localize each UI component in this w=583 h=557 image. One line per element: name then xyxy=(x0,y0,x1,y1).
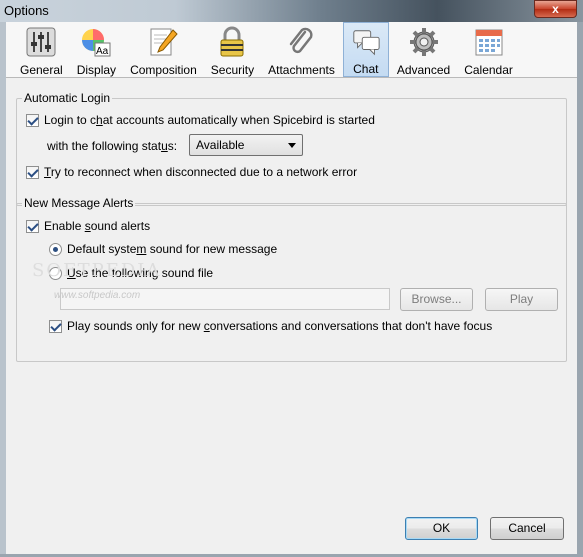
paperclip-icon xyxy=(290,27,314,54)
play-button[interactable]: Play xyxy=(485,288,558,311)
calendar-icon xyxy=(475,29,503,56)
tab-security[interactable]: Security xyxy=(205,22,260,77)
chevron-down-icon xyxy=(288,143,296,148)
tab-label: General xyxy=(20,63,63,77)
reconnect-checkbox[interactable] xyxy=(26,165,39,179)
tab-label: Attachments xyxy=(268,63,335,77)
watermark-small: www.softpedia.com xyxy=(54,290,141,301)
speech-bubbles-icon xyxy=(353,30,380,56)
enable-sound-row[interactable]: Enable sound alerts xyxy=(26,219,150,233)
status-select[interactable]: Available xyxy=(189,134,303,156)
tab-attachments[interactable]: Attachments xyxy=(262,22,341,77)
enable-sound-checkbox[interactable] xyxy=(26,219,39,233)
automatic-login-group: Automatic Login Login to chat accounts a… xyxy=(16,91,567,206)
tab-display[interactable]: Aa Display xyxy=(71,22,122,77)
category-toolbar: General Aa Display Composition Security … xyxy=(6,22,577,78)
tab-label: Advanced xyxy=(396,63,451,77)
tab-label: Security xyxy=(210,63,255,77)
browse-button[interactable]: Browse... xyxy=(400,288,473,311)
auto-login-checkbox[interactable] xyxy=(26,113,39,127)
group-title: New Message Alerts xyxy=(22,196,136,210)
gear-icon xyxy=(409,28,438,56)
svg-text:Aa: Aa xyxy=(96,46,109,57)
tab-calendar[interactable]: Calendar xyxy=(458,22,519,77)
sliders-icon xyxy=(26,27,56,57)
padlock-icon xyxy=(220,26,244,57)
window-title: Options xyxy=(4,3,49,18)
default-sound-row[interactable]: Default system sound for new message xyxy=(49,242,277,256)
focus-only-row[interactable]: Play sounds only for new conversations a… xyxy=(49,319,492,333)
enable-sound-label: Enable sound alerts xyxy=(44,219,151,233)
reconnect-label: Try to reconnect when disconnected due t… xyxy=(44,165,358,179)
status-label: with the following status: xyxy=(47,139,178,153)
default-sound-radio[interactable] xyxy=(49,242,62,256)
color-wheel-icon: Aa xyxy=(82,29,111,57)
title-bar[interactable]: Options x xyxy=(0,0,583,22)
pencil-paper-icon xyxy=(150,28,179,56)
ok-button[interactable]: OK xyxy=(405,517,478,540)
close-icon: x xyxy=(552,2,559,16)
focus-only-checkbox[interactable] xyxy=(49,319,62,333)
default-sound-label: Default system sound for new message xyxy=(67,242,278,256)
tab-label: Composition xyxy=(130,63,197,77)
tab-composition[interactable]: Composition xyxy=(124,22,203,77)
tab-general[interactable]: General xyxy=(14,22,69,77)
window-frame-right xyxy=(577,22,583,557)
focus-only-label: Play sounds only for new conversations a… xyxy=(67,319,493,333)
status-value: Available xyxy=(196,138,245,152)
reconnect-row[interactable]: Try to reconnect when disconnected due t… xyxy=(26,165,357,179)
watermark-large: SOFTPEDIA xyxy=(32,260,162,281)
tab-label: Display xyxy=(76,63,117,77)
group-title: Automatic Login xyxy=(22,91,113,105)
status-row: with the following status: xyxy=(47,139,177,153)
auto-login-label: Login to chat accounts automatically whe… xyxy=(44,113,375,127)
tab-label: Chat xyxy=(353,62,379,76)
dialog-client: General Aa Display Composition Security … xyxy=(6,22,577,554)
new-message-alerts-group: New Message Alerts Enable sound alerts D… xyxy=(16,196,567,362)
close-button[interactable]: x xyxy=(534,0,577,18)
auto-login-row[interactable]: Login to chat accounts automatically whe… xyxy=(26,113,375,127)
tab-chat[interactable]: Chat xyxy=(342,22,389,77)
cancel-button[interactable]: Cancel xyxy=(490,517,564,540)
tab-label: Calendar xyxy=(464,63,513,77)
tab-advanced[interactable]: Advanced xyxy=(391,22,456,77)
